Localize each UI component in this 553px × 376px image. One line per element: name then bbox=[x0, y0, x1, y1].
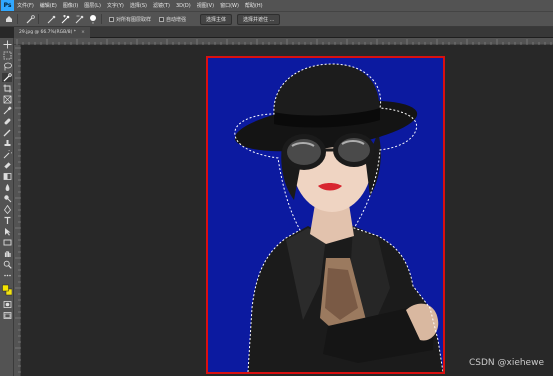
brush-tool-icon[interactable] bbox=[2, 128, 12, 137]
history-brush-tool-icon[interactable] bbox=[2, 150, 12, 159]
auto-enhance-checkbox[interactable] bbox=[159, 16, 165, 22]
healing-brush-tool-icon[interactable] bbox=[2, 117, 12, 126]
dodge-tool-icon[interactable] bbox=[2, 194, 12, 203]
menu-view[interactable]: 视图(V) bbox=[194, 2, 217, 9]
menu-select[interactable]: 选择(S) bbox=[127, 2, 150, 9]
horizontal-ruler bbox=[14, 38, 553, 45]
select-subject-button[interactable]: 选择主体 bbox=[200, 13, 233, 25]
frame-tool-icon[interactable] bbox=[2, 95, 12, 104]
home-icon[interactable] bbox=[4, 14, 14, 24]
separator bbox=[17, 14, 18, 24]
menu-file[interactable]: 文件(F) bbox=[14, 2, 37, 9]
menu-layer[interactable]: 图层(L) bbox=[81, 2, 104, 9]
type-tool-icon[interactable] bbox=[2, 216, 12, 225]
quick-select-brush-icon[interactable] bbox=[25, 14, 35, 24]
separator bbox=[38, 14, 39, 24]
menu-window[interactable]: 窗口(W) bbox=[217, 2, 242, 9]
crop-tool-icon[interactable] bbox=[2, 84, 12, 93]
watermark: CSDN @xiehewe bbox=[468, 358, 544, 368]
move-tool-icon[interactable] bbox=[2, 40, 12, 49]
document-image[interactable] bbox=[206, 56, 445, 374]
document-tab[interactable]: 29.jpg @ 66.7%(RGB/8) * × bbox=[14, 27, 90, 38]
separator bbox=[101, 14, 102, 24]
tools-panel bbox=[0, 38, 14, 376]
subtract-selection-icon[interactable] bbox=[74, 14, 84, 24]
gradient-tool-icon[interactable] bbox=[2, 172, 12, 181]
select-and-mask-button[interactable]: 选择并遮住 ... bbox=[237, 13, 281, 25]
path-selection-tool-icon[interactable] bbox=[2, 227, 12, 236]
lasso-tool-icon[interactable] bbox=[2, 62, 12, 71]
auto-enhance-label: 自动增强 bbox=[166, 16, 187, 23]
brush-size-icon[interactable]: ▾ bbox=[88, 14, 98, 24]
menu-help[interactable]: 帮助(H) bbox=[242, 2, 266, 9]
sample-all-layers-label: 对所有图层取样 bbox=[116, 16, 152, 23]
sample-all-layers-checkbox[interactable] bbox=[109, 16, 114, 22]
menu-bar: Ps 文件(F) 编辑(E) 图像(I) 图层(L) 文字(Y) 选择(S) 滤… bbox=[0, 0, 553, 11]
svg-text:▾: ▾ bbox=[92, 21, 94, 24]
color-swatches-icon[interactable] bbox=[2, 283, 12, 296]
zoom-tool-icon[interactable] bbox=[2, 260, 12, 269]
add-selection-icon[interactable] bbox=[60, 14, 70, 24]
pen-tool-icon[interactable] bbox=[2, 205, 12, 214]
menu-edit[interactable]: 编辑(E) bbox=[37, 2, 60, 9]
eraser-tool-icon[interactable] bbox=[2, 161, 12, 170]
marquee-tool-icon[interactable] bbox=[2, 51, 12, 60]
menu-image[interactable]: 图像(I) bbox=[60, 2, 81, 9]
quick-mask-icon[interactable] bbox=[2, 300, 12, 309]
menu-type[interactable]: 文字(Y) bbox=[104, 2, 127, 9]
blur-tool-icon[interactable] bbox=[2, 183, 12, 192]
hand-tool-icon[interactable] bbox=[2, 249, 12, 258]
options-bar: ▾ 对所有图层取样 自动增强 选择主体 选择并遮住 ... bbox=[0, 11, 553, 27]
menu-3d[interactable]: 3D(D) bbox=[173, 3, 194, 9]
rectangle-tool-icon[interactable] bbox=[2, 238, 12, 247]
clone-stamp-tool-icon[interactable] bbox=[2, 139, 12, 148]
menu-filter[interactable]: 滤镜(T) bbox=[150, 2, 173, 9]
more-tools-icon[interactable] bbox=[2, 271, 12, 280]
eyedropper-tool-icon[interactable] bbox=[2, 106, 12, 115]
photoshop-logo[interactable]: Ps bbox=[1, 0, 14, 11]
document-tab-row: 29.jpg @ 66.7%(RGB/8) * × bbox=[14, 27, 553, 38]
quick-selection-tool-icon[interactable] bbox=[2, 73, 12, 82]
new-selection-icon[interactable] bbox=[46, 14, 56, 24]
document-tab-title: 29.jpg @ 66.7%(RGB/8) * bbox=[19, 30, 77, 35]
screen-mode-icon[interactable] bbox=[2, 311, 12, 320]
close-icon[interactable]: × bbox=[81, 30, 85, 35]
vertical-ruler bbox=[14, 45, 21, 376]
